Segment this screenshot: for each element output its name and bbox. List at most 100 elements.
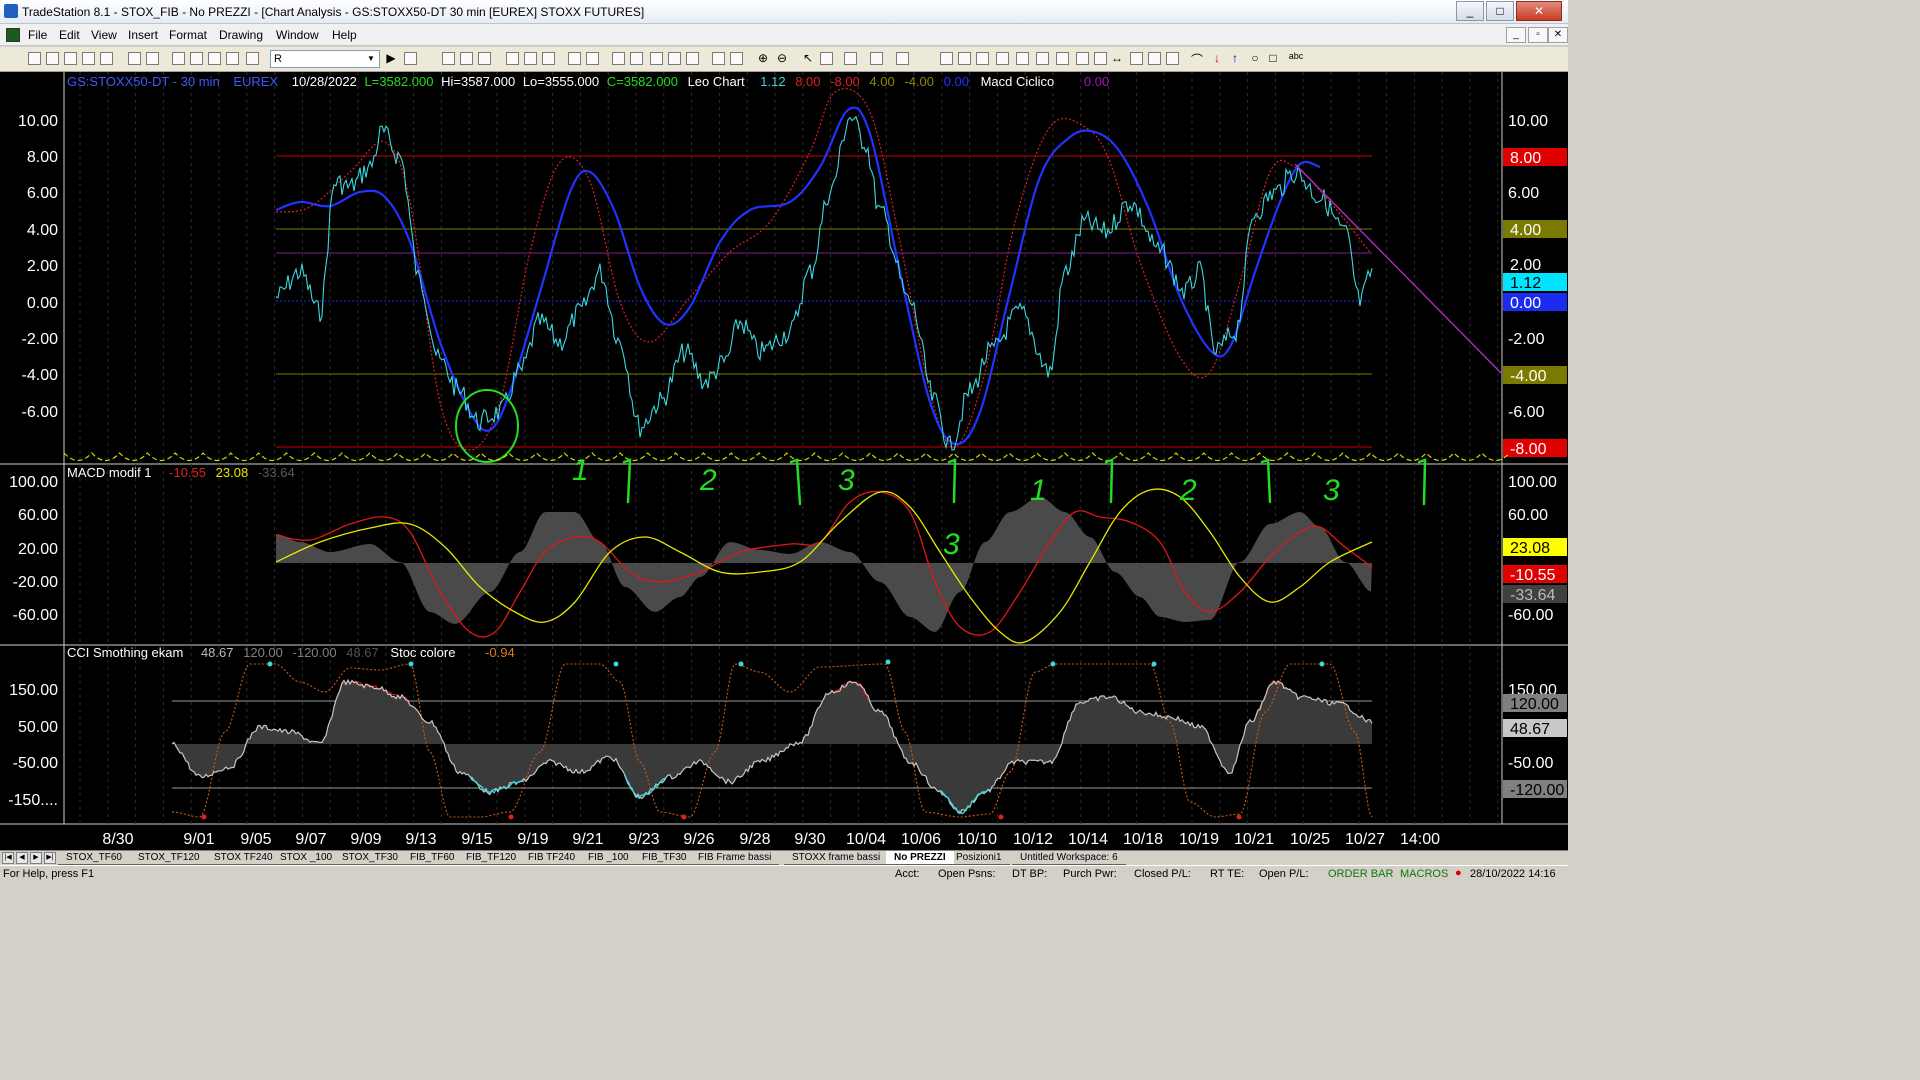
chart-analysis-window[interactable]: GS:STOXX50-DT - 30 min EUREX 10/28/2022 … xyxy=(0,72,1568,850)
workspace-tab[interactable]: STOX _100 xyxy=(272,851,341,865)
workspace-tab[interactable]: STOX_TF120 xyxy=(130,851,208,865)
mdi-restore-button[interactable]: ▫ xyxy=(1528,27,1548,43)
data-window-icon[interactable] xyxy=(460,52,473,65)
zoom-in-icon[interactable]: ⊕ xyxy=(756,51,770,65)
bar-chart-icon[interactable] xyxy=(668,52,681,65)
curve-icon[interactable]: ⌒ xyxy=(1190,51,1204,68)
regression-icon[interactable] xyxy=(1094,52,1107,65)
menu-help[interactable]: Help xyxy=(332,28,357,42)
tab-first-icon[interactable]: |◀ xyxy=(2,852,14,864)
print-preview-icon[interactable] xyxy=(146,52,159,65)
menu-edit[interactable]: Edit xyxy=(59,28,80,42)
tab-last-icon[interactable]: ▶| xyxy=(44,852,56,864)
menu-drawing[interactable]: Drawing xyxy=(219,28,263,42)
annotation-tick[interactable] xyxy=(622,458,632,504)
compress-bars-icon[interactable] xyxy=(730,52,743,65)
play-icon[interactable]: ▶ xyxy=(384,51,398,65)
new-icon[interactable] xyxy=(28,52,41,65)
paste-icon[interactable] xyxy=(226,52,239,65)
tab-prev-icon[interactable]: ◀ xyxy=(16,852,28,864)
radar-icon[interactable] xyxy=(630,52,643,65)
indicator-icon[interactable] xyxy=(506,52,519,65)
candle-icon[interactable] xyxy=(686,52,699,65)
gann-icon[interactable] xyxy=(1036,52,1049,65)
trendline-icon[interactable] xyxy=(940,52,953,65)
workspace-tab[interactable]: STOXX frame bassi xyxy=(784,851,889,865)
workspace-tab[interactable]: STOX TF240 xyxy=(206,851,281,865)
mdi-close-button[interactable]: ✕ xyxy=(1548,27,1568,43)
pointer-icon[interactable]: ↖ xyxy=(801,51,815,65)
chart-canvas[interactable]: GS:STOXX50-DT - 30 min EUREX 10/28/2022 … xyxy=(0,72,1568,850)
chart-style2-icon[interactable] xyxy=(586,52,599,65)
print-icon[interactable] xyxy=(128,52,141,65)
zoom-out-icon[interactable]: ⊖ xyxy=(775,51,789,65)
color-icon[interactable] xyxy=(246,52,259,65)
order-icon[interactable] xyxy=(870,52,883,65)
arrow-up-icon[interactable]: ↑ xyxy=(1228,51,1242,65)
workspace-tab[interactable]: Posizioni1 xyxy=(948,851,1010,865)
crosshair-icon[interactable] xyxy=(820,52,833,65)
cut-icon[interactable] xyxy=(172,52,185,65)
annotation-tick[interactable] xyxy=(789,458,802,506)
folder-icon[interactable] xyxy=(100,52,113,65)
annotation-circle[interactable] xyxy=(455,389,519,463)
channel-icon[interactable] xyxy=(996,52,1009,65)
menu-insert[interactable]: Insert xyxy=(128,28,158,42)
fib-icon[interactable] xyxy=(1016,52,1029,65)
maximize-button[interactable]: □ xyxy=(1486,1,1514,21)
mdi-minimize-button[interactable]: _ xyxy=(1506,27,1526,43)
alert-icon[interactable] xyxy=(896,52,909,65)
menu-file[interactable]: File xyxy=(28,28,47,42)
workspace-tab[interactable]: FIB Frame bassi xyxy=(690,851,780,865)
workspace-tab[interactable]: FIB_TF30 xyxy=(634,851,695,865)
zoom-bars-icon[interactable] xyxy=(712,52,725,65)
downtrend-line[interactable] xyxy=(1294,163,1503,375)
chevron-down-icon[interactable]: ▼ xyxy=(364,52,378,66)
annotation-tick[interactable] xyxy=(1417,458,1427,506)
strategy-icon[interactable] xyxy=(524,52,537,65)
menu-window[interactable]: Window xyxy=(276,28,319,42)
workspace-tab[interactable]: STOX_TF30 xyxy=(334,851,406,865)
format-icon[interactable] xyxy=(442,52,455,65)
menu-format[interactable]: Format xyxy=(169,28,207,42)
arrow-both-icon[interactable]: ↔ xyxy=(1110,51,1124,65)
arrow-down-icon[interactable]: ↓ xyxy=(1210,51,1224,65)
rectangle-icon[interactable]: □ xyxy=(1266,51,1280,65)
workspace-tab[interactable]: FIB_TF60 xyxy=(402,851,463,865)
horizontal-line-icon[interactable] xyxy=(976,52,989,65)
vertical-line-icon[interactable] xyxy=(958,52,971,65)
speed-line-icon[interactable] xyxy=(1056,52,1069,65)
copy-icon[interactable] xyxy=(190,52,203,65)
hammer-icon[interactable] xyxy=(844,52,857,65)
matrix-icon[interactable] xyxy=(650,52,663,65)
macros-button[interactable]: MACROS xyxy=(1400,868,1448,880)
parallel-icon[interactable] xyxy=(1130,52,1143,65)
chart-style-icon[interactable] xyxy=(568,52,581,65)
handwritten-annotations[interactable] xyxy=(622,458,1427,506)
arc-icon[interactable] xyxy=(1148,52,1161,65)
scanner-icon[interactable] xyxy=(612,52,625,65)
annotation-tick[interactable] xyxy=(947,458,957,504)
tab-next-icon[interactable]: ▶ xyxy=(30,852,42,864)
new-window-icon[interactable] xyxy=(64,52,77,65)
workspace-tab[interactable]: FIB TF240 xyxy=(520,851,584,865)
pencil-icon[interactable] xyxy=(1166,52,1179,65)
symbol-input[interactable]: R ▼ xyxy=(270,50,380,68)
lock-icon[interactable] xyxy=(208,52,221,65)
annotation-tick[interactable] xyxy=(1260,458,1272,504)
minimize-button[interactable]: _ xyxy=(1456,1,1484,21)
workspace-icon[interactable] xyxy=(82,52,95,65)
workspace-tab[interactable]: STOX_TF60 xyxy=(58,851,130,865)
grid-icon[interactable] xyxy=(478,52,491,65)
close-button[interactable]: ✕ xyxy=(1516,1,1562,21)
menu-view[interactable]: View xyxy=(91,28,117,42)
workspace-tab[interactable]: No PREZZI xyxy=(886,851,954,865)
workspace-tab[interactable]: FIB _100 xyxy=(580,851,637,865)
order-bar-button[interactable]: ORDER BAR xyxy=(1328,868,1393,880)
workspace-tab[interactable]: FIB_TF120 xyxy=(458,851,525,865)
ellipse-icon[interactable]: ○ xyxy=(1248,51,1262,65)
text-tool-icon[interactable]: abc xyxy=(1286,51,1306,61)
workspace-tab[interactable]: Untitled Workspace: 6 xyxy=(1012,851,1126,865)
pitchfork-icon[interactable] xyxy=(1076,52,1089,65)
paintbar-icon[interactable] xyxy=(542,52,555,65)
